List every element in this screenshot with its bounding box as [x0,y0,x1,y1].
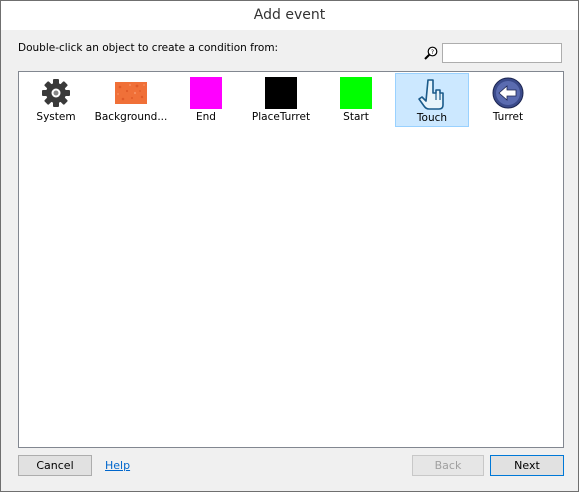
help-link[interactable]: Help [105,459,130,472]
object-item-end[interactable]: End [171,73,241,127]
next-button[interactable]: Next [490,455,564,476]
object-item-turret[interactable]: Turret [473,73,543,127]
back-button[interactable]: Back [412,455,484,476]
back-arrow-circle-icon [492,77,524,109]
title-bar: Add event [1,1,578,30]
object-item-system[interactable]: System [21,73,91,127]
green-square-icon [340,77,372,109]
object-label: Start [343,111,369,123]
object-label: PlaceTurret [251,111,311,123]
object-label: Turret [492,111,524,123]
object-label: Background... [94,111,168,123]
instruction-text: Double-click an object to create a condi… [18,42,279,54]
object-item-placeturret[interactable]: PlaceTurret [245,73,317,127]
object-item-background[interactable]: Background... [94,73,168,127]
object-item-touch[interactable]: Touch [395,73,469,127]
search-input[interactable] [442,43,562,63]
object-label: End [196,111,216,123]
black-square-icon [265,77,297,109]
search-icon: ? [424,46,438,60]
cancel-button[interactable]: Cancel [18,455,92,476]
touch-hand-icon [418,79,444,110]
magenta-square-icon [190,77,222,109]
dialog-title: Add event [253,7,326,23]
object-label: Touch [416,112,448,124]
gear-icon [42,79,70,107]
object-item-start[interactable]: Start [321,73,391,127]
object-list: System Background... End PlaceTurret Sta… [18,71,564,448]
orange-texture-icon [115,82,147,104]
svg-text:?: ? [431,49,434,56]
object-label: System [36,111,76,123]
add-event-dialog: Add event Double-click an object to crea… [0,0,579,492]
